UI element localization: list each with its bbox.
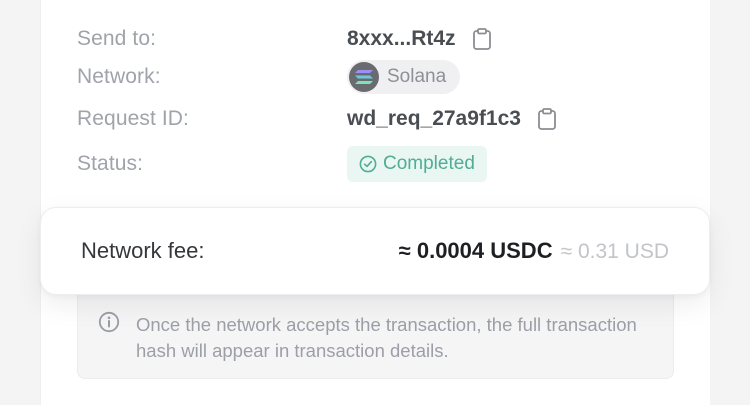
request-id-value: wd_req_27a9f1c3: [347, 107, 521, 130]
check-circle-icon: [359, 155, 377, 173]
send-to-row: Send to: 8xxx...Rt4z: [77, 22, 710, 56]
info-icon: [98, 311, 120, 333]
solana-logo-icon: [349, 62, 379, 92]
status-value-group: Completed: [347, 146, 487, 182]
network-fee-fiat: ≈ 0.31 USD: [560, 240, 669, 263]
clipboard-icon: [538, 108, 556, 130]
status-row: Status: Completed: [77, 146, 710, 182]
request-id-value-group: wd_req_27a9f1c3: [347, 107, 559, 131]
status-label: Status:: [77, 152, 144, 175]
network-chip: Solana: [347, 60, 461, 94]
send-to-address: 8xxx...Rt4z: [347, 27, 456, 50]
clipboard-icon: [472, 28, 491, 50]
network-name: Solana: [387, 66, 447, 87]
network-label: Network:: [77, 65, 161, 88]
network-fee-card: Network fee: ≈ 0.0004 USDC ≈ 0.31 USD: [40, 207, 710, 295]
request-id-row: Request ID: wd_req_27a9f1c3: [77, 102, 710, 136]
request-id-label: Request ID:: [77, 107, 189, 130]
network-fee-values: ≈ 0.0004 USDC ≈ 0.31 USD: [399, 238, 669, 264]
send-to-value-group: 8xxx...Rt4z: [347, 27, 494, 51]
notice-text: Once the network accepts the transaction…: [136, 314, 637, 361]
network-value-group: Solana: [347, 60, 461, 94]
status-text: Completed: [383, 153, 475, 174]
network-fee-amount: ≈ 0.0004 USDC: [398, 238, 553, 263]
send-to-label: Send to:: [77, 27, 157, 50]
network-fee-label: Network fee:: [81, 238, 205, 263]
network-row: Network: Solana: [77, 60, 710, 94]
copy-address-button[interactable]: [470, 27, 494, 51]
status-badge: Completed: [347, 146, 487, 182]
copy-request-id-button[interactable]: [535, 107, 559, 131]
